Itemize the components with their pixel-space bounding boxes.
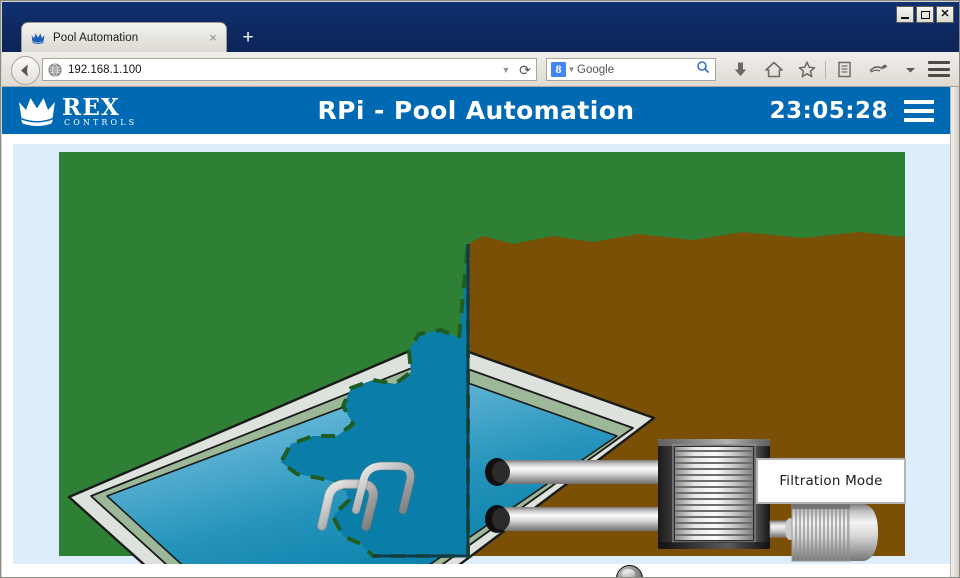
tab-strip: Pool Automation × + [2, 20, 959, 52]
filtration-mode-button[interactable]: Filtration Mode [756, 458, 906, 504]
toolbar-icon-group [724, 57, 927, 82]
download-icon[interactable] [724, 57, 757, 82]
page-scrollbar[interactable] [950, 87, 959, 577]
tab-title: Pool Automation [53, 31, 139, 44]
browser-toolbar: 192.168.1.100 ▼ ⟳ 8 ▼ Google [2, 52, 959, 87]
inlet-pipe [485, 458, 681, 486]
back-arrow-icon[interactable] [11, 56, 40, 85]
outlet-pipe [485, 505, 681, 533]
app-header: REX CONTROLS RPi - Pool Automation 23:05… [2, 87, 950, 134]
reading-list-icon[interactable] [828, 57, 861, 82]
home-icon[interactable] [757, 57, 790, 82]
app-hamburger-menu-icon[interactable] [904, 100, 934, 122]
hamburger-menu-icon[interactable] [928, 59, 950, 79]
indicator-filtration-scheduled: Filtration scheduled [616, 564, 901, 577]
chevron-down-icon[interactable]: ▼ [566, 65, 577, 74]
svg-text:CONTROLS: CONTROLS [64, 118, 137, 127]
rex-controls-logo: REX CONTROLS [16, 93, 156, 129]
bookmark-star-icon[interactable] [790, 57, 823, 82]
url-text: 192.168.1.100 [68, 63, 142, 76]
search-icon[interactable] [695, 60, 711, 79]
led-indicator-off-icon [616, 565, 643, 577]
sync-icon[interactable] [861, 57, 894, 82]
tab-close-icon[interactable]: × [206, 31, 220, 45]
google-logo-icon: 8 [551, 62, 566, 77]
svg-text:REX: REX [62, 94, 120, 121]
browser-window: ✕ Pool Automation × + 192.168.1.100 ▼ ⟳ … [0, 0, 960, 578]
clock-display: 23:05:28 [769, 97, 888, 124]
overflow-chevron-icon[interactable] [894, 57, 927, 82]
globe-icon [48, 63, 62, 77]
page-content: REX CONTROLS RPi - Pool Automation 23:05… [2, 87, 959, 577]
search-input[interactable]: 8 ▼ Google [546, 58, 716, 81]
search-placeholder: Google [577, 63, 615, 76]
pool-visualization: Filtration Mode Filtration scheduled Fil… [13, 144, 951, 577]
rex-crown-icon [30, 30, 46, 46]
indicator-label: Filtration scheduled [657, 564, 901, 577]
toolbar-divider [825, 60, 826, 79]
reload-icon[interactable]: ⟳ [514, 63, 536, 77]
address-bar[interactable]: 192.168.1.100 ▼ ⟳ [42, 58, 537, 81]
browser-tab[interactable]: Pool Automation × [21, 22, 227, 52]
sand-filter [658, 439, 770, 549]
new-tab-button[interactable]: + [238, 28, 258, 49]
chevron-down-icon[interactable]: ▼ [498, 65, 514, 75]
